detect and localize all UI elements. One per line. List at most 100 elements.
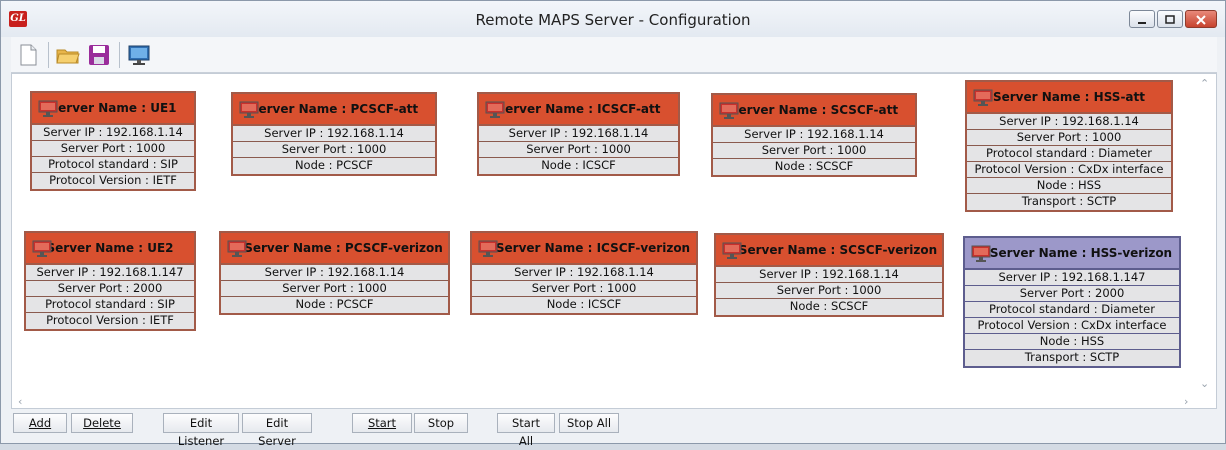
server-port-row: Server Port : 1000: [713, 143, 915, 159]
toolbar: [11, 37, 1217, 73]
protocol-version-row: Protocol Version : CxDx interface: [967, 162, 1171, 178]
server-ip-row: Server IP : 192.168.1.14: [479, 126, 678, 142]
server-node-header[interactable]: Server Name : HSS-att: [967, 82, 1171, 114]
server-name-label: Server Name : SCSCF-verizon: [738, 243, 938, 257]
server-name-label: Server Name : ICSCF-verizon: [495, 241, 691, 255]
protocol-version-row: Protocol Version : CxDx interface: [965, 318, 1179, 334]
server-node-header[interactable]: Server Name : SCSCF-verizon: [716, 235, 942, 267]
server-ip-row: Server IP : 192.168.1.14: [472, 265, 696, 281]
node-type-row: Node : SCSCF: [713, 159, 915, 175]
window-controls: [1127, 10, 1217, 28]
server-node-ue1[interactable]: Server Name : UE1 Server IP : 192.168.1.…: [30, 91, 196, 191]
server-node-scscf-att[interactable]: Server Name : SCSCF-att Server IP : 192.…: [711, 93, 917, 177]
title-bar[interactable]: GL Remote MAPS Server - Configuration: [1, 1, 1225, 37]
server-ip-row: Server IP : 192.168.1.14: [233, 126, 435, 142]
connect-button[interactable]: [126, 42, 152, 68]
server-node-icscf-verizon[interactable]: Server Name : ICSCF-verizon Server IP : …: [470, 231, 698, 315]
save-button[interactable]: [86, 42, 112, 68]
node-type-row: Node : SCSCF: [716, 299, 942, 315]
node-type-row: Node : HSS: [965, 334, 1179, 350]
server-ip-row: Server IP : 192.168.1.147: [965, 270, 1179, 286]
server-ip-row: Server IP : 192.168.1.14: [32, 125, 194, 141]
new-file-button[interactable]: [15, 42, 41, 68]
server-monitor-icon: [971, 245, 991, 262]
minimize-icon: [1138, 22, 1146, 24]
protocol-standard-row: Protocol standard : Diameter: [965, 302, 1179, 318]
node-type-row: Node : PCSCF: [221, 297, 448, 313]
scroll-left-icon[interactable]: ‹: [18, 396, 22, 408]
server-name-label: Server Name : PCSCF-verizon: [244, 241, 443, 255]
protocol-version-row: Protocol Version : IETF: [26, 313, 194, 329]
start-all-button[interactable]: Start All: [497, 413, 555, 448]
app-window: GL Remote MAPS Server - Configuration Se…: [0, 0, 1226, 448]
edit-listener-button[interactable]: Edit Listener: [163, 413, 239, 448]
open-button[interactable]: [55, 42, 81, 68]
server-node-header[interactable]: Server Name : PCSCF-verizon: [221, 233, 448, 265]
stop-all-button[interactable]: Stop All: [559, 413, 619, 433]
server-monitor-icon: [719, 102, 739, 119]
server-node-header[interactable]: Server Name : ICSCF-verizon: [472, 233, 696, 265]
server-port-row: Server Port : 2000: [965, 286, 1179, 302]
server-monitor-icon: [32, 240, 52, 257]
action-button-bar: Add Delete Edit Listener Edit Server Sta…: [11, 411, 1217, 448]
protocol-version-row: Protocol Version : IETF: [32, 173, 194, 189]
delete-button[interactable]: Delete: [71, 413, 133, 433]
toolbar-separator: [48, 41, 49, 68]
server-node-header[interactable]: Server Name : SCSCF-att: [713, 95, 915, 127]
server-ip-row: Server IP : 192.168.1.14: [221, 265, 448, 281]
server-monitor-icon: [973, 89, 993, 106]
server-monitor-icon: [722, 242, 742, 259]
server-port-row: Server Port : 1000: [221, 281, 448, 297]
server-node-hss-att[interactable]: Server Name : HSS-att Server IP : 192.16…: [965, 80, 1173, 212]
scroll-right-icon[interactable]: ›: [1184, 396, 1188, 408]
scroll-down-icon[interactable]: ⌄: [1200, 378, 1209, 390]
server-canvas[interactable]: Server Name : UE1 Server IP : 192.168.1.…: [11, 73, 1217, 409]
server-port-row: Server Port : 1000: [32, 141, 194, 157]
server-node-hss-verizon[interactable]: Server Name : HSS-verizon Server IP : 19…: [963, 236, 1181, 368]
server-monitor-icon: [38, 100, 58, 117]
maximize-icon: [1165, 15, 1175, 24]
new-file-icon: [20, 44, 37, 65]
close-icon: [1196, 15, 1206, 25]
server-name-label: Server Name : SCSCF-att: [729, 103, 899, 117]
server-node-pcscf-att[interactable]: Server Name : PCSCF-att Server IP : 192.…: [231, 92, 437, 176]
server-node-header[interactable]: Server Name : ICSCF-att: [479, 94, 678, 126]
server-node-ue2[interactable]: Server Name : UE2 Server IP : 192.168.1.…: [24, 231, 196, 331]
server-name-label: Server Name : UE2: [46, 241, 174, 255]
window-title: Remote MAPS Server - Configuration: [475, 11, 751, 29]
protocol-standard-row: Protocol standard : SIP: [32, 157, 194, 173]
close-button[interactable]: [1185, 10, 1217, 28]
server-monitor-icon: [239, 101, 259, 118]
server-node-scscf-verizon[interactable]: Server Name : SCSCF-verizon Server IP : …: [714, 233, 944, 317]
minimize-button[interactable]: [1129, 10, 1155, 28]
server-port-row: Server Port : 1000: [716, 283, 942, 299]
server-ip-row: Server IP : 192.168.1.14: [716, 267, 942, 283]
transport-row: Transport : SCTP: [965, 350, 1179, 366]
node-type-row: Node : PCSCF: [233, 158, 435, 174]
server-monitor-icon: [485, 101, 505, 118]
server-node-header[interactable]: Server Name : UE2: [26, 233, 194, 265]
server-name-label: Server Name : UE1: [49, 101, 177, 115]
node-type-row: Node : ICSCF: [472, 297, 696, 313]
server-monitor-icon: [478, 240, 498, 257]
edit-server-button[interactable]: Edit Server: [242, 413, 312, 448]
server-node-header[interactable]: Server Name : HSS-verizon: [965, 238, 1179, 270]
transport-row: Transport : SCTP: [967, 194, 1171, 210]
add-button[interactable]: Add: [13, 413, 67, 433]
start-button[interactable]: Start: [352, 413, 412, 433]
scroll-up-icon[interactable]: ⌃: [1200, 78, 1209, 90]
server-node-header[interactable]: Server Name : PCSCF-att: [233, 94, 435, 126]
protocol-standard-row: Protocol standard : Diameter: [967, 146, 1171, 162]
save-icon: [89, 44, 109, 65]
server-ip-row: Server IP : 192.168.1.14: [713, 127, 915, 143]
server-node-pcscf-verizon[interactable]: Server Name : PCSCF-verizon Server IP : …: [219, 231, 450, 315]
server-ip-row: Server IP : 192.168.1.147: [26, 265, 194, 281]
server-node-icscf-att[interactable]: Server Name : ICSCF-att Server IP : 192.…: [477, 92, 680, 176]
server-node-header[interactable]: Server Name : UE1: [32, 93, 194, 125]
server-port-row: Server Port : 1000: [233, 142, 435, 158]
server-port-row: Server Port : 1000: [472, 281, 696, 297]
server-name-label: Server Name : HSS-verizon: [989, 246, 1173, 260]
stop-button[interactable]: Stop: [414, 413, 468, 433]
maximize-button[interactable]: [1157, 10, 1183, 28]
protocol-standard-row: Protocol standard : SIP: [26, 297, 194, 313]
